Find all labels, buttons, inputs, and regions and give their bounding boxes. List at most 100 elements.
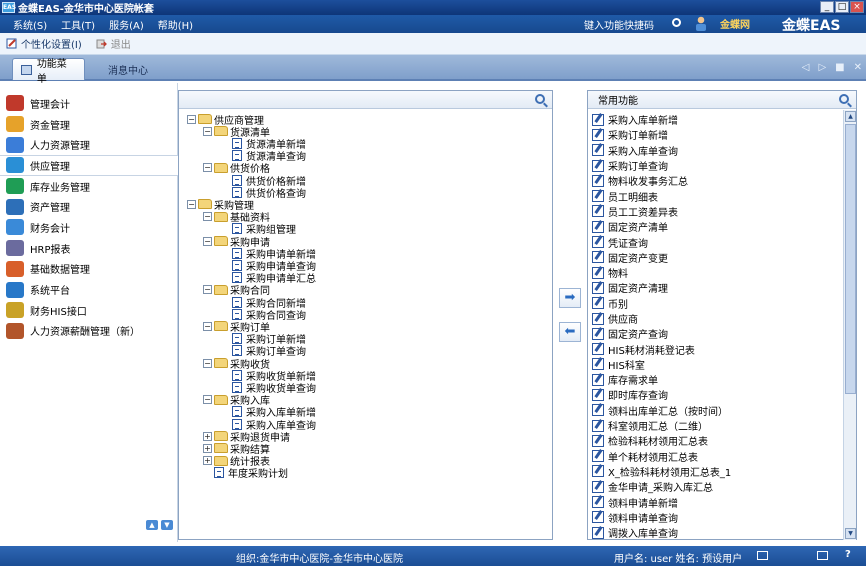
common-function-item[interactable]: 即时库存查询 [592,387,731,402]
sidebar-item[interactable]: HRP报表 [0,238,177,259]
document-icon [232,259,242,271]
common-function-item[interactable]: HIS科室 [592,357,731,372]
sidebar-item[interactable]: 供应管理 [0,155,178,176]
sidebar-item[interactable]: 财务HIS接口 [0,300,177,321]
exit-button[interactable]: 退出 [96,36,131,51]
tree-expand-icon[interactable]: − [187,199,196,209]
exit-icon [96,39,107,49]
sidebar-item[interactable]: 资金管理 [0,114,177,135]
tab-close-icon[interactable]: ✕ [854,62,862,73]
folder-icon [214,394,228,405]
person-icon[interactable] [694,16,708,31]
common-function-label: HIS科室 [608,360,645,372]
common-function-item[interactable]: X_检验科耗材领用汇总表_1 [592,464,731,479]
sidebar-item[interactable]: 管理会计 [0,93,177,114]
tree-expand-icon[interactable]: − [203,126,212,136]
sidebar-item-label: 资产管理 [30,203,70,215]
scrollbar-up-icon[interactable]: ▲ [845,111,856,122]
common-function-item[interactable]: HIS耗材消耗登记表 [592,341,731,357]
common-function-label: 即时库存查询 [608,391,668,403]
tree-expand-icon[interactable]: + [203,443,212,453]
common-function-item[interactable]: 固定资产查询 [592,326,731,341]
menu-help[interactable]: 帮助(H) [151,17,200,32]
sidebar-item[interactable]: 人力资源管理 [0,134,177,155]
common-function-item[interactable]: 调拨入库单查询 [592,525,731,540]
grid-layout-icon[interactable] [817,551,828,560]
tree-expand-icon[interactable]: − [187,114,196,124]
personalize-button[interactable]: 个性化设置(I) [6,36,82,51]
common-function-item[interactable]: 采购订单新增 [592,127,731,142]
common-function-item[interactable]: 供应商 [592,311,731,326]
folder-icon [198,114,212,124]
common-function-item[interactable]: 采购入库单查询 [592,143,731,158]
scrollbar-down-icon[interactable]: ▼ [845,528,856,539]
common-function-item[interactable]: 员工工资差异表 [592,204,731,219]
edit-icon [592,434,604,447]
common-function-item[interactable]: 物料收发事务汇总 [592,173,731,188]
common-function-item[interactable]: 员工明细表 [592,188,731,204]
tree-expand-icon[interactable]: − [203,321,212,331]
common-function-item[interactable]: 库存需求单 [592,372,731,387]
edit-icon [592,190,604,203]
common-function-item[interactable]: 科室领用汇总（二维） [592,418,731,433]
kingdee-net-logo[interactable]: 金蝶网 [720,16,750,31]
scrollbar-thumb[interactable] [845,124,856,394]
tree-expand-icon[interactable]: + [203,431,212,441]
common-function-item[interactable]: 固定资产清单 [592,219,731,234]
common-function-item[interactable]: 金华申请_采购入库汇总 [592,479,731,494]
tree-expand-icon[interactable]: − [203,285,212,295]
tree-expand-icon[interactable]: − [203,163,212,173]
close-button[interactable]: × [850,1,864,13]
sidebar-item[interactable]: 人力资源薪酬管理（新） [0,321,177,342]
common-function-item[interactable]: 领料申请单查询 [592,510,731,525]
common-function-item[interactable]: 物料 [592,265,731,280]
tree-expand-icon[interactable]: − [203,358,212,368]
menu-service[interactable]: 服务(A) [102,17,151,32]
tree-node[interactable]: 年度采购计划 [203,467,288,480]
sidebar-item[interactable]: 资产管理 [0,196,177,217]
quick-code-input[interactable]: 键入功能快捷码 [584,17,654,32]
tab-prev-icon[interactable]: ◁ [802,62,810,73]
common-function-item[interactable]: 凭证查询 [592,234,731,250]
common-function-item[interactable]: 采购入库单新增 [592,112,731,127]
common-function-item[interactable]: 采购订单查询 [592,158,731,173]
tree-expand-icon[interactable]: − [203,236,212,246]
help-icon[interactable]: ? [845,549,851,560]
tree-expand-icon[interactable]: + [203,456,212,466]
scroll-down-icon[interactable]: ▼ [161,520,173,530]
tab-next-icon[interactable]: ▷ [818,62,826,73]
menu-system[interactable]: 系统(S) [0,17,54,32]
maximize-button[interactable]: □ [835,1,849,13]
brand-logo: 金蝶EAS [782,18,841,34]
search-icon[interactable] [672,18,681,27]
sidebar-item[interactable]: 基础数据管理 [0,259,177,280]
add-to-favorites-button[interactable]: ➡ [559,288,581,308]
tab-function-menu[interactable]: 功能菜单 [12,58,85,85]
common-function-item[interactable]: 币别 [592,296,731,311]
window-layout-icon[interactable] [757,551,768,560]
tree-search-icon[interactable] [535,94,545,104]
menu-tools[interactable]: 工具(T) [54,17,102,32]
folder-icon [214,455,228,466]
sidebar-item[interactable]: 系统平台 [0,279,177,300]
sidebar-item[interactable]: 财务会计 [0,217,177,238]
folder-icon [214,162,228,173]
common-function-item[interactable]: 领料出库单汇总（按时间） [592,403,731,418]
scroll-up-icon[interactable]: ▲ [146,520,158,530]
tab-list-icon[interactable]: ■ [835,62,844,73]
tab-message-center[interactable]: 消息中心 [100,58,156,80]
common-search-icon[interactable] [839,94,849,104]
common-functions-scrollbar[interactable]: ▲ ▼ [843,110,856,540]
tree-expand-icon[interactable]: − [203,212,212,222]
common-function-item[interactable]: 领料申请单新增 [592,494,731,510]
common-function-item[interactable]: 单个耗材领用汇总表 [592,449,731,464]
common-function-item[interactable]: 固定资产变更 [592,250,731,265]
edit-icon [592,388,604,401]
minimize-button[interactable]: _ [820,1,834,13]
remove-from-favorites-button[interactable]: ⬅ [559,322,581,342]
common-function-label: 供应商 [608,315,638,326]
common-function-item[interactable]: 检验科耗材领用汇总表 [592,433,731,448]
sidebar-item[interactable]: 库存业务管理 [0,176,177,197]
tree-expand-icon[interactable]: − [203,395,212,405]
common-function-item[interactable]: 固定资产清理 [592,280,731,295]
